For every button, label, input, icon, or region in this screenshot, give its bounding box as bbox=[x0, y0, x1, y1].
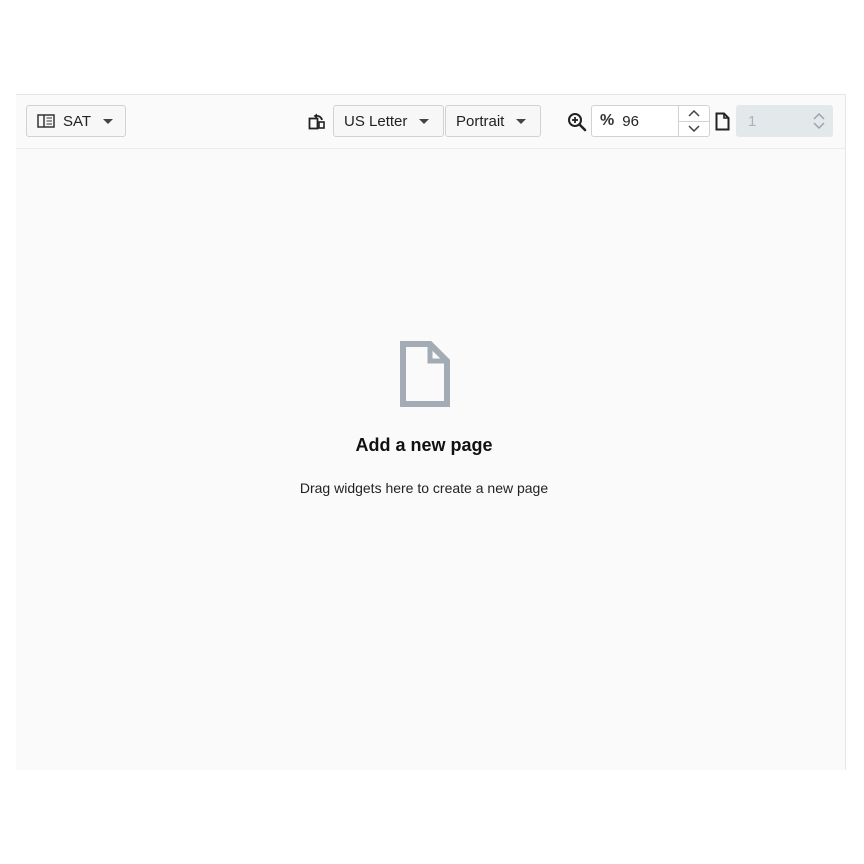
zoom-in-icon bbox=[567, 112, 587, 137]
zoom-input[interactable]: % 96 bbox=[591, 105, 710, 137]
zoom-value[interactable]: 96 bbox=[622, 113, 678, 130]
orientation-dropdown[interactable]: Portrait bbox=[445, 105, 541, 137]
layout-panel-icon bbox=[37, 114, 55, 128]
page-editor: SAT US Letter Portrait % 96 1 Add a new … bbox=[16, 94, 846, 770]
zoom-increment-button[interactable] bbox=[679, 106, 709, 122]
page-stepper bbox=[805, 113, 833, 129]
layout-dropdown[interactable]: SAT bbox=[26, 105, 126, 137]
empty-canvas-dropzone[interactable]: Add a new page Drag widgets here to crea… bbox=[16, 149, 845, 769]
percent-symbol: % bbox=[600, 112, 615, 129]
empty-state-subtitle: Drag widgets here to create a new page bbox=[299, 480, 549, 496]
chevron-down-icon bbox=[516, 118, 527, 124]
editor-toolbar: SAT US Letter Portrait % 96 1 bbox=[16, 95, 845, 149]
paper-size-label: US Letter bbox=[344, 112, 408, 130]
layout-dropdown-label: SAT bbox=[63, 112, 92, 130]
chevron-down-icon bbox=[103, 118, 114, 124]
chevron-down-icon bbox=[419, 118, 430, 124]
empty-state-title: Add a new page bbox=[355, 435, 493, 455]
page-number-input: 1 bbox=[736, 105, 833, 137]
zoom-stepper[interactable] bbox=[678, 106, 709, 136]
zoom-decrement-button[interactable] bbox=[679, 122, 709, 137]
rotate-page-icon[interactable] bbox=[308, 112, 326, 135]
chevron-up-icon bbox=[688, 109, 700, 117]
page-icon bbox=[715, 112, 730, 136]
page-number-value: 1 bbox=[748, 112, 757, 130]
paper-size-dropdown[interactable]: US Letter bbox=[333, 105, 444, 137]
chevron-down-icon bbox=[813, 122, 825, 129]
chevron-down-icon bbox=[688, 125, 700, 133]
chevron-up-icon bbox=[813, 113, 825, 120]
orientation-label: Portrait bbox=[456, 112, 505, 130]
blank-document-icon bbox=[400, 341, 450, 412]
